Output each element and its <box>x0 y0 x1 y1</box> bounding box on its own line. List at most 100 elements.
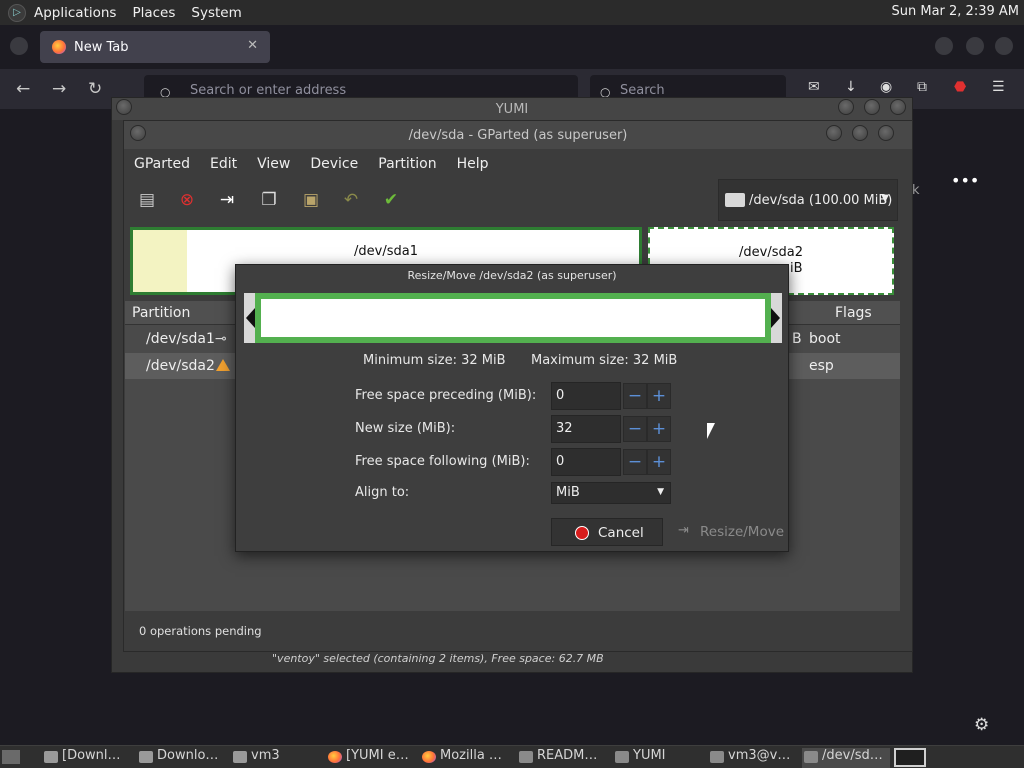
cancel-button[interactable]: Cancel <box>551 518 663 546</box>
taskbar-item[interactable]: [Downl… <box>42 748 121 768</box>
taskbar-item[interactable]: Mozilla … <box>420 748 502 768</box>
yumi-minimize-icon[interactable] <box>838 99 854 115</box>
partition-box[interactable] <box>255 293 771 343</box>
free-following-stepper: 0 − + <box>551 448 671 476</box>
distro-logo-icon[interactable]: ▷ <box>8 3 26 22</box>
new-partition-icon[interactable]: ▤ <box>136 189 158 211</box>
resize-move-label: Resize/Move <box>700 524 785 540</box>
menu-device[interactable]: Device <box>300 156 368 172</box>
folder-icon <box>139 751 153 763</box>
close-icon[interactable] <box>995 37 1013 55</box>
address-placeholder: Search or enter address <box>190 83 347 98</box>
downloads-icon[interactable]: ↓ <box>845 79 857 95</box>
search-placeholder: Search <box>620 83 665 98</box>
hamburger-menu-icon[interactable]: ☰ <box>992 79 1005 95</box>
terminal-icon <box>710 751 724 763</box>
firefox-view-icon[interactable] <box>10 37 28 55</box>
gparted-maximize-icon[interactable] <box>852 125 868 141</box>
more-options-icon[interactable]: ••• <box>951 171 979 190</box>
free-preceding-field[interactable]: 0 <box>551 382 621 410</box>
taskbar-item[interactable]: READM… <box>517 748 597 768</box>
taskbar-item-label: [YUMI e… <box>346 748 409 763</box>
ublock-icon[interactable]: ⬣ <box>954 79 966 95</box>
gparted-window-menu-icon[interactable] <box>130 125 146 141</box>
partition-resizer[interactable] <box>244 293 782 343</box>
taskbar-item[interactable]: YUMI <box>613 748 666 768</box>
reload-icon[interactable]: ↻ <box>88 79 102 99</box>
taskbar-item[interactable]: /dev/sd… <box>802 748 890 768</box>
taskbar: [Downl… Downlo… vm3 [YUMI e… Mozilla … R… <box>0 745 1024 768</box>
extensions-icon[interactable]: ⧉ <box>917 79 927 95</box>
minus-icon[interactable]: − <box>623 416 647 442</box>
yumi-close-icon[interactable] <box>890 99 906 115</box>
device-selector[interactable]: /dev/sda (100.00 MiB) ▼ <box>718 179 898 221</box>
forward-icon[interactable]: → <box>52 79 66 99</box>
places-menu[interactable]: Places <box>124 5 183 21</box>
yumi-window-menu-icon[interactable] <box>116 99 132 115</box>
free-following-field[interactable]: 0 <box>551 448 621 476</box>
new-size-field[interactable]: 32 <box>551 415 621 443</box>
taskbar-item[interactable]: [YUMI e… <box>326 748 409 768</box>
yumi-maximize-icon[interactable] <box>864 99 880 115</box>
chevron-down-icon: ▼ <box>657 487 664 497</box>
col-flags[interactable]: Flags <box>835 305 872 321</box>
right-handle-icon[interactable] <box>771 308 780 328</box>
partial-text: k <box>912 183 920 198</box>
workspace-switcher[interactable] <box>894 748 926 767</box>
plus-icon[interactable]: + <box>647 416 671 442</box>
clock[interactable]: Sun Mar 2, 2:39 AM <box>892 4 1020 19</box>
taskbar-item[interactable]: vm3@v… <box>708 748 790 768</box>
plus-icon[interactable]: + <box>647 449 671 475</box>
yumi-status: "ventoy" selected (containing 2 items), … <box>272 652 604 665</box>
menu-edit[interactable]: Edit <box>200 156 247 172</box>
delete-partition-icon[interactable]: ⊗ <box>176 189 198 211</box>
gparted-menubar: GParted Edit View Device Partition Help <box>124 149 912 179</box>
show-desktop-icon[interactable] <box>2 750 20 764</box>
menu-gparted[interactable]: GParted <box>124 156 200 172</box>
new-size-stepper: 32 − + <box>551 415 671 443</box>
applications-menu[interactable]: Applications <box>26 5 124 21</box>
align-to-select[interactable]: MiB ▼ <box>551 482 671 504</box>
gear-icon[interactable]: ⚙ <box>974 715 989 735</box>
paste-icon[interactable]: ▣ <box>300 189 322 211</box>
minus-icon[interactable]: − <box>623 449 647 475</box>
taskbar-item-label: /dev/sd… <box>822 748 883 763</box>
row-flags: esp <box>809 358 834 374</box>
close-tab-icon[interactable]: ✕ <box>247 38 258 53</box>
menu-help[interactable]: Help <box>447 156 499 172</box>
resize-move-icon[interactable]: ⇥ <box>216 189 238 211</box>
top-panel: ▷ Applications Places System Sun Mar 2, … <box>0 0 1024 25</box>
pocket-icon[interactable]: ✉ <box>808 79 820 95</box>
taskbar-item[interactable]: Downlo… <box>137 748 218 768</box>
copy-icon[interactable]: ❐ <box>258 189 280 211</box>
gparted-close-icon[interactable] <box>878 125 894 141</box>
pending-operations: 0 operations pending <box>125 613 900 649</box>
taskbar-item[interactable]: vm3 <box>231 748 280 768</box>
menu-partition[interactable]: Partition <box>368 156 446 172</box>
apply-icon[interactable]: ✔ <box>380 189 402 211</box>
col-partition[interactable]: Partition <box>132 305 190 321</box>
partmap-sda2-size: iB <box>790 261 803 276</box>
partmap-sda2-label: /dev/sda2 <box>739 245 803 260</box>
taskbar-item-label: READM… <box>537 748 598 763</box>
yumi-title: YUMI <box>112 98 912 120</box>
maximize-icon[interactable] <box>966 37 984 55</box>
left-handle-icon[interactable] <box>246 308 255 328</box>
taskbar-item-label: vm3 <box>251 748 280 763</box>
account-icon[interactable]: ◉ <box>880 79 892 95</box>
resize-move-button[interactable]: ⇥ Resize/Move <box>670 518 785 546</box>
window-icon <box>804 751 818 763</box>
free-preceding-label: Free space preceding (MiB): <box>355 388 537 403</box>
firefox-tabbar: New Tab ✕ <box>0 25 1024 69</box>
system-menu[interactable]: System <box>183 5 249 21</box>
gparted-minimize-icon[interactable] <box>826 125 842 141</box>
back-icon[interactable]: ← <box>16 79 30 99</box>
undo-icon[interactable]: ↶ <box>340 189 362 211</box>
tab-new-tab[interactable]: New Tab ✕ <box>40 31 270 63</box>
dialog-title: Resize/Move /dev/sda2 (as superuser) <box>407 269 617 282</box>
plus-icon[interactable]: + <box>647 383 671 409</box>
cancel-icon <box>575 526 589 540</box>
minus-icon[interactable]: − <box>623 383 647 409</box>
menu-view[interactable]: View <box>247 156 300 172</box>
minimize-icon[interactable] <box>935 37 953 55</box>
